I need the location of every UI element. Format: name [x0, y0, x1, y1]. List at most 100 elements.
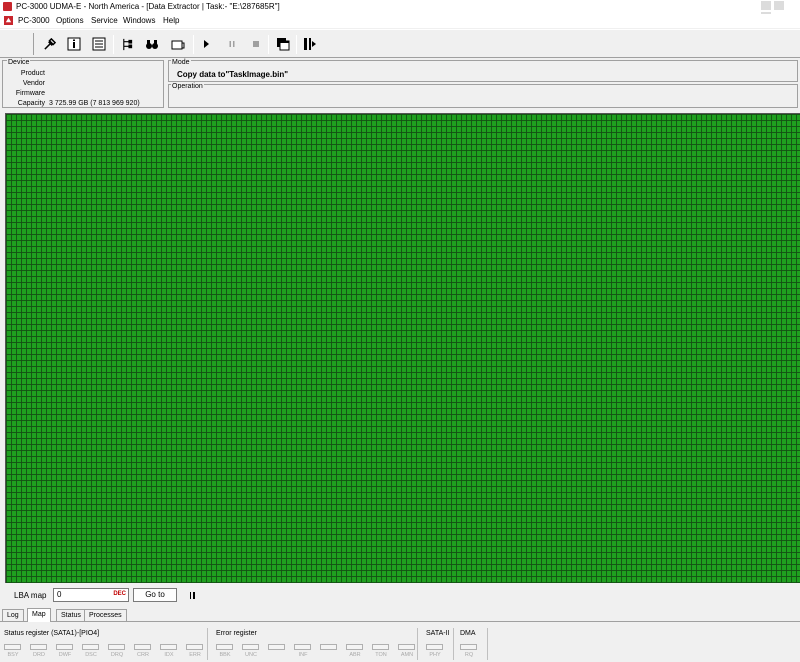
tree-icon [122, 38, 132, 50]
toolbar-separator [113, 35, 114, 54]
status-register-title: Status register (SATA1)-[PIO4] [4, 630, 100, 637]
play-button[interactable] [198, 36, 214, 52]
sector-icon [92, 37, 106, 51]
pc3000-menu-icon[interactable] [4, 16, 13, 25]
operation-caption: Operation [171, 83, 204, 90]
register-bit-label: CRR [137, 652, 149, 658]
register-led [30, 644, 47, 650]
play-icon [204, 40, 209, 48]
exit-icon [304, 38, 316, 50]
tab-processes[interactable]: Processes [84, 609, 127, 621]
pause-icon [229, 41, 235, 47]
copy-icon [171, 40, 185, 49]
register-led [372, 644, 389, 650]
pause-button[interactable] [224, 36, 240, 52]
stop-icon [253, 41, 259, 47]
lba-input-value: 0 [57, 590, 62, 599]
register-led [216, 644, 233, 650]
menu-service[interactable]: Service [91, 16, 118, 25]
toolbar-grip [4, 33, 34, 55]
status-register-group: Status register (SATA1)-[PIO4] BSY DRD DWF… [0, 628, 208, 660]
exit-button[interactable] [302, 36, 318, 52]
tab-log[interactable]: Log [2, 609, 24, 621]
windows-icon [277, 38, 290, 51]
tools-button[interactable] [41, 36, 57, 52]
sata-register-title: SATA-II [426, 630, 450, 637]
menu-bar: PC-3000 Options Service Windows Help [0, 14, 800, 28]
menu-pc3000[interactable]: PC-3000 [18, 16, 50, 25]
register-led [426, 644, 443, 650]
register-led [160, 644, 177, 650]
info-panel: Device Product Vendor Firmware Capacity … [0, 59, 800, 109]
copy-button[interactable] [170, 36, 186, 52]
maximize-icon[interactable] [774, 1, 785, 10]
register-led [186, 644, 203, 650]
menu-windows[interactable]: Windows [123, 16, 155, 25]
register-bit-label: ABR [349, 652, 361, 658]
register-led [398, 644, 415, 650]
sector-editor-button[interactable] [91, 36, 107, 52]
register-bit-label: BBK [219, 652, 231, 658]
register-bit-label: DWF [58, 652, 72, 658]
mode-value: Copy data to"TaskImage.bin" [177, 70, 289, 79]
register-bit-label: INF [298, 652, 308, 658]
tools-icon [43, 37, 56, 50]
firmware-label: Firmware [15, 90, 45, 97]
search-binoculars-icon [146, 39, 158, 49]
error-register-title: Error register [216, 630, 257, 637]
register-bit-label: AMN [400, 652, 414, 658]
error-register-group: Error register BBK UNC INF ABR TON AMN [212, 628, 418, 660]
tree-button[interactable] [119, 36, 135, 52]
dec-hex-toggle-icon[interactable]: DEC [113, 591, 126, 597]
toolbar-separator [296, 35, 297, 54]
lba-input[interactable]: 0 DEC [53, 588, 129, 602]
map-pause-button[interactable] [186, 589, 198, 601]
menu-help[interactable]: Help [163, 16, 179, 25]
register-led [294, 644, 311, 650]
info-icon [67, 37, 81, 51]
window-controls[interactable] [760, 1, 796, 21]
tab-map[interactable]: Map [27, 608, 51, 622]
product-label: Product [20, 70, 45, 77]
windows-button[interactable] [275, 36, 291, 52]
window-title: PC-3000 UDMA-E - North America - [Data E… [16, 2, 280, 11]
goto-button[interactable]: Go to [133, 588, 177, 602]
menu-options[interactable]: Options [56, 16, 84, 25]
register-led [268, 644, 285, 650]
register-led [56, 644, 73, 650]
pause-bar-icon [193, 591, 195, 599]
info-button[interactable] [66, 36, 82, 52]
register-bit-label: PHY [429, 652, 441, 658]
capacity-label: Capacity [17, 100, 45, 107]
device-caption: Device [7, 59, 31, 66]
operation-group: Operation [168, 83, 798, 108]
register-bit-label: DRD [33, 652, 45, 658]
register-led [242, 644, 259, 650]
search-button[interactable] [144, 36, 160, 52]
toolbar-separator [268, 35, 269, 54]
register-bit-label: TON [375, 652, 387, 658]
register-led [460, 644, 477, 650]
mode-group: Mode Copy data to"TaskImage.bin" [168, 59, 798, 82]
register-bit-label: DSC [85, 652, 97, 658]
toolbar-separator [193, 35, 194, 54]
lba-map-grid[interactable] [5, 113, 800, 583]
tab-status[interactable]: Status [56, 609, 86, 621]
register-led [82, 644, 99, 650]
register-led [4, 644, 21, 650]
stop-button[interactable] [248, 36, 264, 52]
mode-caption: Mode [171, 59, 191, 66]
minimize-icon[interactable] [761, 1, 771, 10]
app-logo-icon [3, 2, 12, 11]
bottom-tabs: Log Map Status Processes [0, 608, 800, 622]
register-bit-label: BSY [7, 652, 19, 658]
register-panel: Status register (SATA1)-[PIO4] BSY DRD DWF… [0, 624, 800, 662]
title-bar: PC-3000 UDMA-E - North America - [Data E… [0, 0, 800, 21]
register-led [346, 644, 363, 650]
register-bit-label: IDX [164, 652, 174, 658]
dma-register-group: DMA RQ [456, 628, 488, 660]
register-bit-label: UNC [245, 652, 257, 658]
register-bit-label: DRQ [110, 652, 124, 658]
lba-map-label: LBA map [14, 591, 47, 600]
register-bit-label: ERR [189, 652, 201, 658]
